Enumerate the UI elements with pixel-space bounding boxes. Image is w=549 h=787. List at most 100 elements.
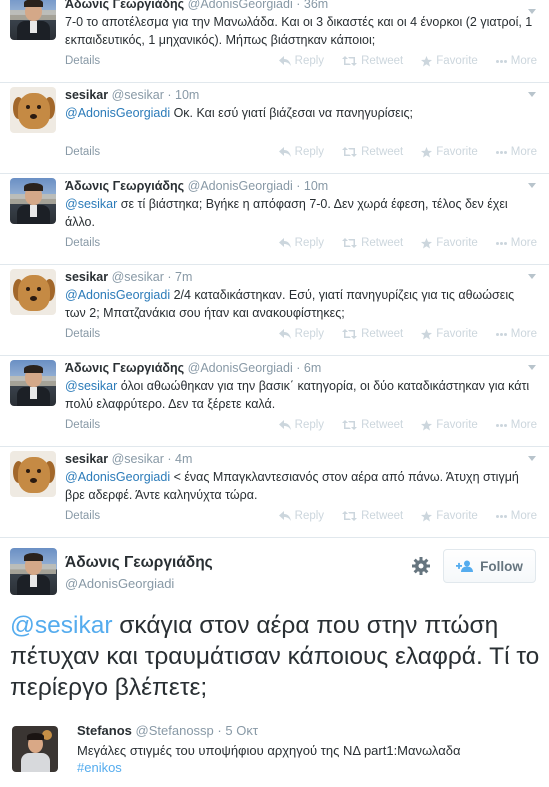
more-action[interactable]: More — [495, 510, 537, 522]
details-link[interactable]: Details — [65, 419, 100, 431]
avatar[interactable] — [10, 178, 56, 224]
retweet-action[interactable]: Retweet — [342, 146, 403, 158]
reply-label: Reply — [294, 237, 325, 249]
tweet-handle[interactable]: @sesikar — [112, 452, 164, 466]
avatar-nose — [30, 478, 37, 483]
details-link[interactable]: Details — [65, 55, 100, 67]
time-separator: · — [167, 270, 172, 284]
tweet-fullname[interactable]: sesikar — [65, 452, 108, 466]
more-action[interactable]: More — [495, 55, 537, 67]
avatar[interactable] — [10, 360, 56, 406]
tweet-body: Άδωνις Γεωργιάδης @AdonisGeorgiadi · 6m … — [65, 360, 535, 413]
more-action[interactable]: More — [495, 237, 537, 249]
more-dots-icon — [495, 514, 507, 518]
reply-action[interactable]: Reply — [278, 237, 325, 249]
more-label: More — [510, 510, 537, 522]
tweet-fullname[interactable]: sesikar — [65, 270, 108, 284]
gear-icon[interactable] — [411, 556, 431, 576]
chevron-down-icon[interactable] — [527, 91, 537, 99]
more-dots-icon — [495, 332, 507, 336]
add-user-icon — [456, 560, 474, 572]
expanded-handle[interactable]: @AdonisGeorgiadi — [65, 576, 174, 591]
tweet-mention[interactable]: @AdonisGeorgiadi — [65, 470, 170, 484]
tweet-time[interactable]: 36m — [304, 0, 328, 11]
reply-tweet[interactable]: Stefanos @Stefanossp · 5 Οκτ Μεγάλες στι… — [0, 723, 549, 787]
tweet[interactable]: Άδωνις Γεωργιάδης @AdonisGeorgiadi · 10m… — [0, 173, 549, 264]
retweet-action[interactable]: Retweet — [342, 237, 403, 249]
favorite-action[interactable]: Favorite — [421, 146, 478, 158]
retweet-icon — [342, 147, 358, 157]
tweet-fullname[interactable]: Άδωνις Γεωργιάδης — [65, 179, 184, 193]
expanded-mention[interactable]: @sesikar — [10, 612, 112, 639]
retweet-action[interactable]: Retweet — [342, 510, 403, 522]
reply-action[interactable]: Reply — [278, 55, 324, 67]
tweet-handle[interactable]: @AdonisGeorgiadi — [188, 361, 293, 375]
tweet-mention[interactable]: @AdonisGeorgiadi — [65, 288, 170, 302]
reply-hashtag[interactable]: #enikos — [77, 760, 122, 775]
tweet[interactable]: sesikar @sesikar · 10m @AdonisGeorgiadi … — [0, 82, 549, 173]
tweet-fullname[interactable]: Άδωνις Γεωργιάδης — [65, 0, 184, 11]
time-separator: · — [296, 361, 301, 375]
tweet-actions: Reply Retweet Favorite More — [278, 55, 537, 67]
expanded-tweet-text: @sesikar σκάγια στον αέρα που στην πτώση… — [10, 610, 540, 703]
tweet-body: sesikar @sesikar · 10m @AdonisGeorgiadi … — [65, 87, 535, 122]
reply-time[interactable]: 5 Οκτ — [225, 723, 258, 738]
chevron-down-icon[interactable] — [527, 455, 537, 463]
chevron-down-icon[interactable] — [527, 273, 537, 281]
avatar[interactable] — [12, 726, 58, 772]
tweet-time[interactable]: 10m — [304, 179, 328, 193]
details-link[interactable]: Details — [65, 510, 100, 522]
reply-action[interactable]: Reply — [278, 510, 324, 522]
tweet-time[interactable]: 7m — [175, 270, 192, 284]
tweet-handle[interactable]: @sesikar — [112, 270, 164, 284]
retweet-action[interactable]: Retweet — [342, 419, 403, 431]
tweet-handle[interactable]: @AdonisGeorgiadi — [188, 179, 293, 193]
more-action[interactable]: More — [495, 146, 537, 158]
favorite-action[interactable]: Favorite — [421, 237, 478, 249]
details-link[interactable]: Details — [65, 237, 100, 249]
tweet-body: Άδωνις Γεωργιάδης @AdonisGeorgiadi · 10m… — [65, 178, 535, 231]
favorite-action[interactable]: Favorite — [421, 328, 478, 340]
tweet-actions: Reply Retweet Favorite More — [278, 328, 537, 340]
avatar[interactable] — [10, 87, 56, 133]
reply-handle[interactable]: @Stefanossp — [136, 723, 214, 738]
favorite-action[interactable]: Favorite — [421, 55, 478, 67]
tweet-fullname[interactable]: sesikar — [65, 88, 108, 102]
retweet-action[interactable]: Retweet — [342, 328, 403, 340]
chevron-down-icon[interactable] — [527, 364, 537, 372]
tweet[interactable]: Άδωνις Γεωργιάδης @AdonisGeorgiadi · 36m… — [0, 0, 549, 82]
more-action[interactable]: More — [495, 419, 537, 431]
tweet-mention[interactable]: @AdonisGeorgiadi — [65, 106, 170, 120]
details-link[interactable]: Details — [65, 328, 100, 340]
tweet-mention[interactable]: @sesikar — [65, 197, 117, 211]
retweet-action[interactable]: Retweet — [342, 55, 403, 67]
favorite-action[interactable]: Favorite — [421, 419, 478, 431]
tweet[interactable]: sesikar @sesikar · 7m @AdonisGeorgiadi 2… — [0, 264, 549, 355]
tweet[interactable]: sesikar @sesikar · 4m @AdonisGeorgiadi <… — [0, 446, 549, 537]
tweet-time[interactable]: 6m — [304, 361, 321, 375]
avatar[interactable] — [10, 451, 56, 497]
reply-fullname[interactable]: Stefanos — [77, 723, 132, 738]
avatar[interactable] — [10, 0, 56, 40]
tweet-handle[interactable]: @sesikar — [112, 88, 164, 102]
more-action[interactable]: More — [495, 328, 537, 340]
favorite-action[interactable]: Favorite — [421, 510, 478, 522]
reply-icon — [278, 238, 291, 248]
chevron-down-icon[interactable] — [527, 8, 537, 16]
tweet-fullname[interactable]: Άδωνις Γεωργιάδης — [65, 361, 184, 375]
reply-action[interactable]: Reply — [278, 146, 324, 158]
reply-action[interactable]: Reply — [278, 328, 324, 340]
reply-action[interactable]: Reply — [278, 419, 324, 431]
expanded-fullname[interactable]: Άδωνις Γεωργιάδης — [65, 554, 213, 572]
details-link[interactable]: Details — [65, 146, 100, 158]
chevron-down-icon[interactable] — [527, 182, 537, 190]
tweet-time[interactable]: 10m — [175, 88, 199, 102]
follow-button[interactable]: Follow — [443, 549, 536, 583]
avatar[interactable] — [10, 269, 56, 315]
tweet-time[interactable]: 4m — [175, 452, 192, 466]
tweet[interactable]: Άδωνις Γεωργιάδης @AdonisGeorgiadi · 6m … — [0, 355, 549, 446]
tweet-handle[interactable]: @AdonisGeorgiadi — [188, 0, 293, 11]
avatar[interactable] — [10, 548, 57, 595]
more-label: More — [510, 237, 537, 249]
tweet-mention[interactable]: @sesikar — [65, 379, 117, 393]
